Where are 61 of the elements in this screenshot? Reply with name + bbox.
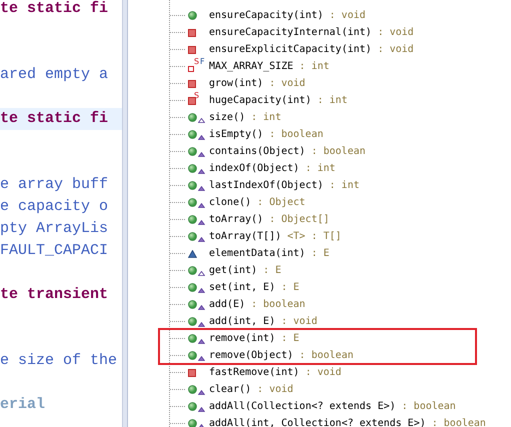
outline-item[interactable]: get(int) : E [209, 265, 282, 276]
outline-item[interactable]: toArray() : Object[] [209, 214, 330, 225]
outline-item[interactable]: clone() : Object [209, 197, 306, 208]
circle-icon [188, 181, 197, 190]
outline-item[interactable]: addAll(Collection<? extends E>) : boolean [209, 401, 456, 412]
triangle-icon [188, 250, 197, 258]
outline-item[interactable]: hugeCapacity(int) : int [209, 95, 348, 106]
outline-item[interactable]: remove(int) : E [209, 333, 300, 344]
outline-item[interactable]: set(int, E) : E [209, 282, 300, 293]
circle-icon [188, 402, 197, 411]
circle-icon [188, 283, 197, 292]
code-line: FAULT_CAPACI [0, 242, 108, 259]
outline-item[interactable]: ensureExplicitCapacity(int) : void [209, 44, 414, 55]
modifier-letter: S [194, 91, 200, 100]
code-line: pty ArrayLis [0, 220, 108, 237]
code-line: te static fi [0, 0, 108, 17]
square-icon [188, 28, 196, 36]
circle-icon [188, 334, 197, 343]
square-icon [188, 66, 194, 72]
circle-icon [188, 266, 197, 275]
outline-item[interactable]: contains(Object) : boolean [209, 146, 366, 157]
circle-icon [188, 317, 197, 326]
circle-icon [188, 351, 197, 360]
square-icon [188, 96, 196, 104]
outline-item[interactable]: ensureCapacity(int) : void [209, 10, 366, 21]
outline-item[interactable]: elementData(int) : E [209, 248, 330, 259]
circle-icon [188, 130, 197, 139]
code-line: te static fi [0, 110, 108, 127]
outline-item[interactable]: MAX_ARRAY_SIZE : int [209, 61, 330, 72]
circle-icon [188, 11, 197, 20]
circle-icon [188, 198, 197, 207]
circle-icon [188, 215, 197, 224]
circle-icon [188, 147, 197, 156]
outline-item[interactable]: add(int, E) : void [209, 316, 318, 327]
code-line: ared empty a [0, 66, 108, 83]
outline-item[interactable]: ensureCapacityInternal(int) : void [209, 27, 414, 38]
outline-item[interactable]: size() : int [209, 112, 282, 123]
circle-icon [188, 385, 197, 394]
modifier-letter: S [194, 57, 200, 66]
outline-item[interactable]: toArray(T[]) <T> : T[] [209, 231, 342, 242]
circle-icon [188, 300, 197, 309]
outline-item[interactable]: clear() : void [209, 384, 294, 395]
square-icon [188, 46, 196, 54]
code-line: te transient [0, 286, 108, 303]
code-line: e size of the [0, 352, 118, 369]
code-line: e capacity o [0, 198, 108, 215]
code-line: e array buff [0, 176, 108, 193]
outline-item[interactable]: indexOf(Object) : int [209, 163, 336, 174]
outline-item[interactable]: lastIndexOf(Object) : int [209, 180, 360, 191]
outline-item[interactable]: fastRemove(int) : void [209, 367, 342, 378]
outline-item[interactable]: isEmpty() : boolean [209, 129, 324, 140]
outline-item[interactable]: grow(int) : void [209, 78, 306, 89]
outline-item[interactable]: remove(Object) : boolean [209, 350, 354, 361]
modifier-letter: F [200, 57, 205, 66]
square-icon [188, 80, 196, 88]
code-line: erial [0, 396, 46, 413]
outline-item[interactable]: add(E) : boolean [209, 299, 306, 310]
circle-icon [188, 164, 197, 173]
circle-icon [188, 113, 197, 122]
square-icon [188, 368, 196, 376]
circle-icon [188, 232, 197, 241]
